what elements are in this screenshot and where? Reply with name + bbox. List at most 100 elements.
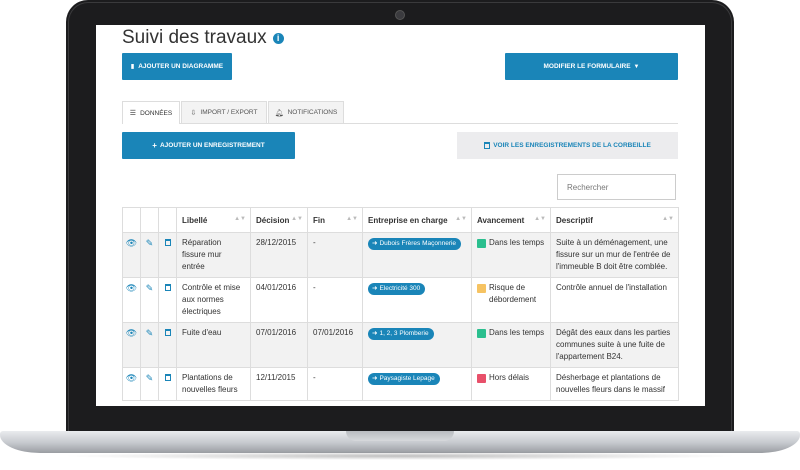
col-fin-header[interactable]: Fin ▲▼ xyxy=(307,207,363,233)
bar-chart-icon: ▮ xyxy=(130,64,135,70)
tab-notifications-label: NOTIFICATIONS xyxy=(287,109,338,116)
status-swatch xyxy=(477,239,486,248)
trash-icon xyxy=(164,329,171,336)
view-button[interactable]: 👁︎ xyxy=(122,367,141,401)
page-title-wrap: Suivi des travaux i xyxy=(122,27,284,49)
modify-form-button[interactable]: MODIFIER LE FORMULAIRE ▼ xyxy=(505,53,678,80)
cell-fin: - xyxy=(307,367,363,401)
col-delete-header xyxy=(158,207,177,233)
pencil-icon: ✎ xyxy=(145,283,154,293)
sort-icon: ▲▼ xyxy=(662,216,674,222)
trash-icon xyxy=(484,142,491,149)
status-label: Dans les temps xyxy=(489,328,545,337)
pencil-icon: ✎ xyxy=(145,328,154,338)
arrow-right-icon: ➜ xyxy=(372,375,378,382)
add-record-label: AJOUTER UN ENREGISTREMENT xyxy=(159,142,265,149)
status-label: Hors délais xyxy=(489,373,530,382)
col-avancement-label: Avancement xyxy=(477,215,525,225)
arrow-right-icon: ➜ xyxy=(372,285,378,292)
cell-libelle: Fuite d'eau xyxy=(176,322,251,368)
cell-avancement: Hors délais xyxy=(471,367,551,401)
trash-icon xyxy=(164,284,171,291)
tab-bar: ☰ DONNÉES ⇩ IMPORT / EXPORT 🔔︎ NOTIFICAT… xyxy=(122,101,678,124)
cell-entreprise: ➜ Dubois Frères Maçonnerie xyxy=(362,232,472,278)
pencil-icon: ✎ xyxy=(145,373,154,383)
plus-icon: + xyxy=(152,141,157,150)
cell-libelle: Plantations de nouvelles fleurs xyxy=(176,367,251,401)
cell-libelle: Contrôle et mise aux normes électriques xyxy=(176,277,251,323)
tab-donnees[interactable]: ☰ DONNÉES xyxy=(122,101,180,124)
edit-button[interactable]: ✎ xyxy=(140,367,159,401)
add-record-button[interactable]: + AJOUTER UN ENREGISTREMENT xyxy=(122,132,295,159)
col-decision-header[interactable]: Décision ▲▼ xyxy=(250,207,308,233)
delete-button[interactable] xyxy=(158,277,177,323)
trash-icon xyxy=(164,374,171,381)
edit-button[interactable]: ✎ xyxy=(140,322,159,368)
company-link[interactable]: ➜ Paysagiste Lepage xyxy=(368,373,440,385)
info-icon[interactable]: i xyxy=(272,32,284,44)
table-header-row: Libellé ▲▼ Décision ▲▼ Fin ▲▼ Entreprise en… xyxy=(122,207,679,233)
cell-decision: 28/12/2015 xyxy=(250,232,308,278)
col-decision-label: Décision xyxy=(256,215,290,225)
company-name: Electricité 300 xyxy=(379,285,421,292)
tab-import-export-label: IMPORT / EXPORT xyxy=(200,109,258,116)
tab-import-export[interactable]: ⇩ IMPORT / EXPORT xyxy=(181,101,267,123)
trash-records-button[interactable]: VOIR LES ENREGISTREMENTS DE LA CORBEILLE xyxy=(457,132,678,159)
delete-button[interactable] xyxy=(158,322,177,368)
col-entreprise-label: Entreprise en charge xyxy=(368,215,448,225)
status-label: Dans les temps xyxy=(489,238,545,247)
cell-entreprise: ➜ 1, 2, 3 Plomberie xyxy=(362,322,472,368)
delete-button[interactable] xyxy=(158,367,177,401)
col-libelle-label: Libellé xyxy=(182,215,208,225)
col-descriptif-header[interactable]: Descriptif ▲▼ xyxy=(550,207,679,233)
company-name: Dubois Frères Maçonnerie xyxy=(379,240,457,247)
cell-decision: 12/11/2015 xyxy=(250,367,308,401)
records-table: Libellé ▲▼ Décision ▲▼ Fin ▲▼ Entreprise en… xyxy=(122,207,679,401)
company-link[interactable]: ➜ Electricité 300 xyxy=(368,283,426,295)
cell-avancement: Dans les temps xyxy=(471,232,551,278)
sort-icon: ▲▼ xyxy=(455,216,467,222)
table-row: 👁︎ ✎ Contrôle et mise aux normes électri… xyxy=(122,277,679,323)
laptop-shadow xyxy=(60,452,740,460)
cell-descriptif: Suite à un déménagement, une fissure sur… xyxy=(550,232,679,278)
camera-icon xyxy=(395,10,405,20)
col-edit-header xyxy=(140,207,159,233)
delete-button[interactable] xyxy=(158,232,177,278)
tab-donnees-label: DONNÉES xyxy=(140,109,173,117)
search-input[interactable]: Rechercher xyxy=(557,174,676,200)
company-link[interactable]: ➜ 1, 2, 3 Plomberie xyxy=(368,328,434,340)
pencil-icon: ✎ xyxy=(145,238,154,248)
edit-button[interactable]: ✎ xyxy=(140,232,159,278)
company-link[interactable]: ➜ Dubois Frères Maçonnerie xyxy=(368,238,462,250)
status-swatch xyxy=(477,329,486,338)
view-button[interactable]: 👁︎ xyxy=(122,277,141,323)
status-label: Risque de débordement xyxy=(489,283,537,304)
tab-notifications[interactable]: 🔔︎ NOTIFICATIONS xyxy=(268,101,344,123)
table-row: 👁︎ ✎ Plantations de nouvelles fleurs 12/… xyxy=(122,367,679,401)
add-chart-label: AJOUTER UN DIAGRAMME xyxy=(138,63,224,70)
cell-descriptif: Contrôle annuel de l'installation xyxy=(550,277,679,323)
table-row: 👁︎ ✎ Fuite d'eau 07/01/2016 07/01/2016 ➜… xyxy=(122,322,679,368)
sort-icon: ▲▼ xyxy=(234,216,246,222)
cell-descriptif: Dégât des eaux dans les parties communes… xyxy=(550,322,679,368)
col-avancement-header[interactable]: Avancement ▲▼ xyxy=(471,207,551,233)
status-swatch xyxy=(477,284,486,293)
cell-decision: 07/01/2016 xyxy=(250,322,308,368)
trash-records-label: VOIR LES ENREGISTREMENTS DE LA CORBEILLE xyxy=(493,142,651,149)
col-libelle-header[interactable]: Libellé ▲▼ xyxy=(176,207,251,233)
view-button[interactable]: 👁︎ xyxy=(122,232,141,278)
company-name: 1, 2, 3 Plomberie xyxy=(379,330,429,337)
cell-libelle: Réparation fissure mur entrée xyxy=(176,232,251,278)
col-entreprise-header[interactable]: Entreprise en charge ▲▼ xyxy=(362,207,472,233)
add-chart-button[interactable]: ▮ AJOUTER UN DIAGRAMME xyxy=(122,53,232,80)
sort-icon: ▲▼ xyxy=(346,216,358,222)
modify-form-label: MODIFIER LE FORMULAIRE xyxy=(543,63,631,70)
cell-fin: 07/01/2016 xyxy=(307,322,363,368)
table-row: 👁︎ ✎ Réparation fissure mur entrée 28/12… xyxy=(122,232,679,278)
status-swatch xyxy=(477,374,486,383)
view-button[interactable]: 👁︎ xyxy=(122,322,141,368)
eye-icon: 👁︎ xyxy=(125,373,138,383)
cell-avancement: Dans les temps xyxy=(471,322,551,368)
edit-button[interactable]: ✎ xyxy=(140,277,159,323)
sort-icon: ▲▼ xyxy=(291,216,303,222)
